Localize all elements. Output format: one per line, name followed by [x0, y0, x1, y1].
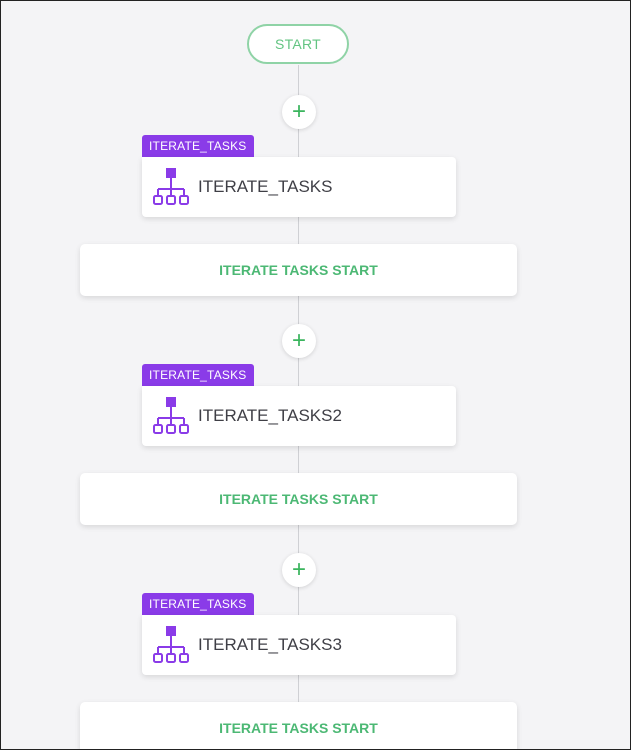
task-type-badge: ITERATE_TASKS — [142, 593, 254, 615]
section-start-card[interactable]: ITERATE TASKS START — [80, 244, 517, 296]
task-type-badge: ITERATE_TASKS — [142, 364, 254, 386]
section-start-card[interactable]: ITERATE TASKS START — [80, 702, 517, 749]
plus-icon: + — [291, 98, 306, 125]
start-node[interactable]: START — [247, 24, 349, 64]
add-step-button[interactable]: + — [282, 553, 316, 587]
section-start-card[interactable]: ITERATE TASKS START — [80, 473, 517, 525]
task-name: ITERATE_TASKS2 — [198, 406, 342, 425]
plus-icon: + — [291, 327, 306, 354]
task-name: ITERATE_TASKS — [198, 177, 333, 196]
hierarchy-icon — [153, 397, 189, 434]
workflow-canvas: START + ITERATE_TASKS ITERATE_TASKS ITER… — [0, 0, 631, 750]
plus-icon: + — [291, 556, 306, 583]
add-step-button[interactable]: + — [282, 95, 316, 129]
section-title: ITERATE TASKS START — [219, 720, 378, 736]
hierarchy-icon — [153, 626, 189, 663]
hierarchy-icon — [153, 168, 189, 205]
add-step-button[interactable]: + — [282, 324, 316, 358]
task-card[interactable]: ITERATE_TASKS3 — [142, 615, 456, 675]
task-card[interactable]: ITERATE_TASKS — [142, 157, 456, 217]
task-type-badge: ITERATE_TASKS — [142, 135, 254, 157]
task-card[interactable]: ITERATE_TASKS2 — [142, 386, 456, 446]
task-name: ITERATE_TASKS3 — [198, 635, 342, 654]
section-title: ITERATE TASKS START — [219, 262, 378, 278]
section-title: ITERATE TASKS START — [219, 491, 378, 507]
